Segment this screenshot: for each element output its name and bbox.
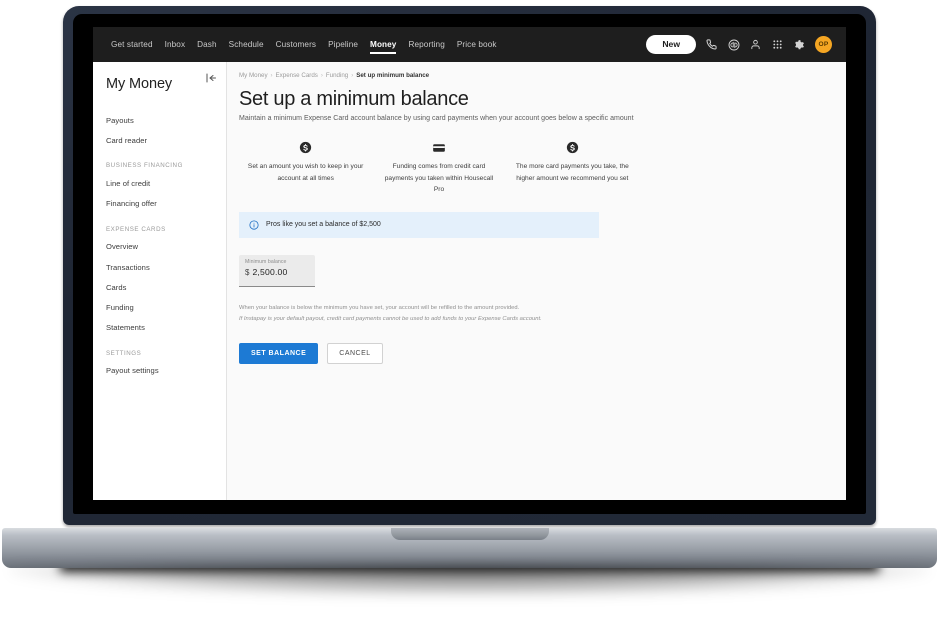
nav-link-customers[interactable]: Customers bbox=[270, 36, 322, 53]
feature-column-3: The more card payments you take, the hig… bbox=[506, 140, 639, 196]
laptop-shadow bbox=[10, 566, 929, 596]
sidebar-item-card-reader[interactable]: Card reader bbox=[93, 130, 226, 150]
fine-print-block: When your balance is below the minimum y… bbox=[239, 303, 846, 325]
set-balance-button[interactable]: SET BALANCE bbox=[239, 343, 318, 364]
breadcrumb-separator: › bbox=[351, 73, 353, 79]
breadcrumb-item-funding[interactable]: Funding bbox=[326, 72, 348, 79]
breadcrumb-item-expense-cards[interactable]: Expense Cards bbox=[276, 72, 318, 79]
minimum-balance-value: 2,500.00 bbox=[252, 267, 287, 277]
sidebar-item-transactions[interactable]: Transactions bbox=[93, 257, 226, 277]
sidebar-section-business-financing: BUSINESS FINANCING bbox=[93, 150, 226, 173]
dollar-coin-icon bbox=[247, 140, 364, 155]
sidebar-item-cards[interactable]: Cards bbox=[93, 277, 226, 297]
sidebar-item-overview[interactable]: Overview bbox=[93, 237, 226, 257]
laptop-mockup: Get startedInboxDashScheduleCustomersPip… bbox=[0, 0, 939, 621]
main-content: My Money›Expense Cards›Funding›Set up mi… bbox=[227, 62, 846, 500]
page-title: Set up a minimum balance bbox=[239, 88, 846, 111]
nav-link-inbox[interactable]: Inbox bbox=[159, 36, 192, 53]
top-nav-actions: New bbox=[646, 35, 832, 54]
feature-text-2: Funding comes from credit card payments … bbox=[380, 161, 497, 196]
sidebar-section-settings: SETTINGS bbox=[93, 338, 226, 361]
fine-print-line-1: When your balance is below the minimum y… bbox=[239, 303, 846, 314]
sidebar-item-funding[interactable]: Funding bbox=[93, 297, 226, 317]
breadcrumb: My Money›Expense Cards›Funding›Set up mi… bbox=[239, 72, 846, 79]
nav-link-price-book[interactable]: Price book bbox=[451, 36, 503, 53]
sidebar-nav: PayoutsCard readerBUSINESS FINANCINGLine… bbox=[93, 110, 226, 381]
top-navigation-bar: Get startedInboxDashScheduleCustomersPip… bbox=[93, 27, 846, 62]
nav-link-dash[interactable]: Dash bbox=[191, 36, 223, 53]
collapse-panel-icon[interactable] bbox=[204, 71, 218, 85]
feature-columns: Set an amount you wish to keep in your a… bbox=[239, 140, 639, 196]
breadcrumb-separator: › bbox=[271, 73, 273, 79]
gear-icon[interactable] bbox=[793, 38, 806, 51]
sidebar-item-financing-offer[interactable]: Financing offer bbox=[93, 194, 226, 214]
nav-link-reporting[interactable]: Reporting bbox=[402, 36, 450, 53]
nav-link-get-started[interactable]: Get started bbox=[105, 36, 159, 53]
fine-print-line-2: If Instapay is your default payout, cred… bbox=[239, 314, 846, 325]
minimum-balance-value-row: $ 2,500.00 bbox=[245, 267, 309, 277]
laptop-base-notch bbox=[391, 528, 549, 540]
feature-column-2: Funding comes from credit card payments … bbox=[372, 140, 505, 196]
breadcrumb-item-my-money[interactable]: My Money bbox=[239, 72, 268, 79]
dollar-coin-icon bbox=[514, 140, 631, 155]
nav-link-pipeline[interactable]: Pipeline bbox=[322, 36, 364, 53]
sidebar-section-expense-cards: EXPENSE CARDS bbox=[93, 214, 226, 237]
info-circle-icon bbox=[249, 220, 259, 230]
minimum-balance-label: Minimum balance bbox=[245, 259, 309, 265]
feature-column-1: Set an amount you wish to keep in your a… bbox=[239, 140, 372, 196]
sidebar: My Money PayoutsCard readerBUSINESS FINA… bbox=[93, 62, 227, 500]
sidebar-item-line-of-credit[interactable]: Line of credit bbox=[93, 173, 226, 193]
app-body: My Money PayoutsCard readerBUSINESS FINA… bbox=[93, 62, 846, 500]
application-window: Get startedInboxDashScheduleCustomersPip… bbox=[93, 27, 846, 500]
phone-icon[interactable] bbox=[705, 38, 718, 51]
quickbooks-icon[interactable] bbox=[727, 38, 740, 51]
nav-link-money[interactable]: Money bbox=[364, 36, 402, 53]
breadcrumb-item-set-up-minimum-balance: Set up minimum balance bbox=[356, 72, 429, 79]
nav-link-schedule[interactable]: Schedule bbox=[223, 36, 270, 53]
info-banner: Pros like you set a balance of $2,500 bbox=[239, 212, 599, 238]
person-icon[interactable] bbox=[749, 38, 762, 51]
feature-text-1: Set an amount you wish to keep in your a… bbox=[247, 161, 364, 184]
top-nav-links: Get startedInboxDashScheduleCustomersPip… bbox=[105, 36, 503, 53]
credit-card-icon bbox=[380, 140, 497, 155]
page-subtitle: Maintain a minimum Expense Card account … bbox=[239, 115, 846, 122]
avatar[interactable]: OP bbox=[815, 36, 832, 53]
sidebar-item-payouts[interactable]: Payouts bbox=[93, 110, 226, 130]
sidebar-item-statements[interactable]: Statements bbox=[93, 318, 226, 338]
breadcrumb-separator: › bbox=[321, 73, 323, 79]
apps-grid-icon[interactable] bbox=[771, 38, 784, 51]
info-banner-text: Pros like you set a balance of $2,500 bbox=[266, 221, 381, 228]
cancel-button[interactable]: CANCEL bbox=[327, 343, 382, 364]
new-button[interactable]: New bbox=[646, 35, 696, 54]
feature-text-3: The more card payments you take, the hig… bbox=[514, 161, 631, 184]
currency-symbol: $ bbox=[245, 268, 249, 277]
form-actions: SET BALANCE CANCEL bbox=[239, 343, 846, 364]
sidebar-item-payout-settings[interactable]: Payout settings bbox=[93, 361, 226, 381]
minimum-balance-input[interactable]: Minimum balance $ 2,500.00 bbox=[239, 255, 315, 287]
